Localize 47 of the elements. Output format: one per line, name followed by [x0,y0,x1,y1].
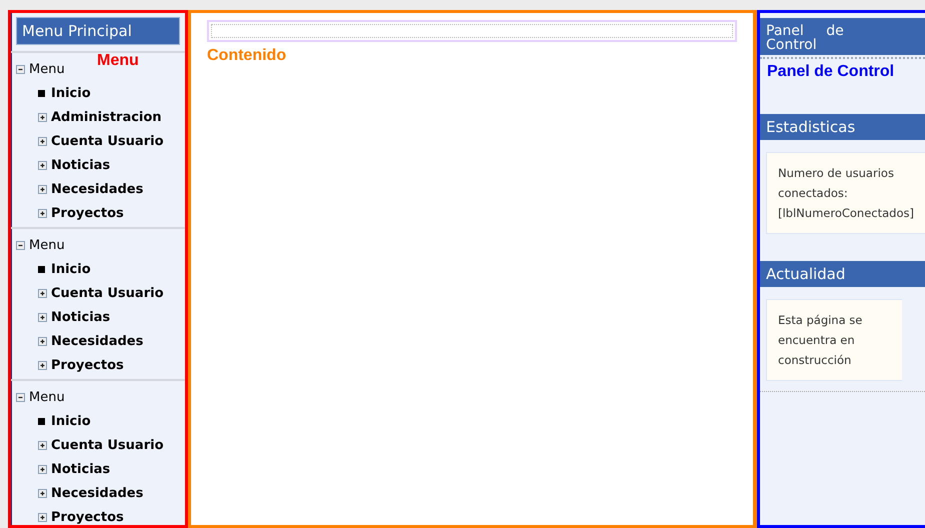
plus-box-icon[interactable] [38,112,47,122]
minus-box-icon[interactable] [16,392,25,402]
menu-item[interactable]: Inicio [51,262,91,276]
menu-item[interactable]: Cuenta Usuario [51,134,164,148]
menu-label: Menu [97,52,139,70]
menu-item[interactable]: Administracion [51,110,162,124]
menu-item[interactable]: Proyectos [51,206,124,220]
menu-item[interactable]: Cuenta Usuario [51,438,164,452]
minus-box-icon[interactable] [16,64,25,74]
menu-item[interactable]: Proyectos [51,510,124,524]
bullet-icon [38,266,45,272]
section-text: Esta página se encuentra en construcción [778,312,864,369]
panel-header: Panel de Control [766,24,845,52]
panel-title: Panel de Control [767,63,894,80]
bullet-icon [38,90,45,96]
menu-item[interactable]: Cuenta Usuario [51,286,164,300]
menu-item[interactable]: Necesidades [51,182,144,196]
plus-box-icon[interactable] [38,160,47,170]
menu-item[interactable]: Noticias [51,158,110,172]
menu-group-label[interactable]: Menu [29,238,65,252]
menu-item[interactable]: Inicio [51,414,91,428]
menu-item[interactable]: Inicio [51,86,91,100]
plus-box-icon[interactable] [38,512,47,522]
plus-box-icon[interactable] [38,488,47,498]
section-header: Estadisticas [760,114,925,140]
section-text: Numero de usuarios conectados: [lblNumeroConectados] [778,165,915,222]
menu-item[interactable]: Noticias [51,462,110,476]
panel-title: Menu Principal [16,17,180,45]
menu-item[interactable]: Necesidades [51,486,144,500]
section-header: Actualidad [760,261,925,287]
plus-box-icon[interactable] [38,336,47,346]
plus-box-icon[interactable] [38,208,47,218]
plus-box-icon[interactable] [38,440,47,450]
menu-item[interactable]: Proyectos [51,358,124,372]
plus-box-icon[interactable] [38,312,47,322]
content-label: Contenido [207,47,286,65]
menu-group-label[interactable]: Menu [29,390,65,404]
plus-box-icon[interactable] [38,464,47,474]
plus-box-icon[interactable] [38,360,47,370]
plus-box-icon[interactable] [38,184,47,194]
bullet-icon [38,418,45,424]
minus-box-icon[interactable] [16,240,25,250]
menu-group-label[interactable]: Menu [29,62,65,76]
plus-box-icon[interactable] [38,136,47,146]
menu-item[interactable]: Noticias [51,310,110,324]
plus-box-icon[interactable] [38,288,47,298]
menu-item[interactable]: Necesidades [51,334,144,348]
